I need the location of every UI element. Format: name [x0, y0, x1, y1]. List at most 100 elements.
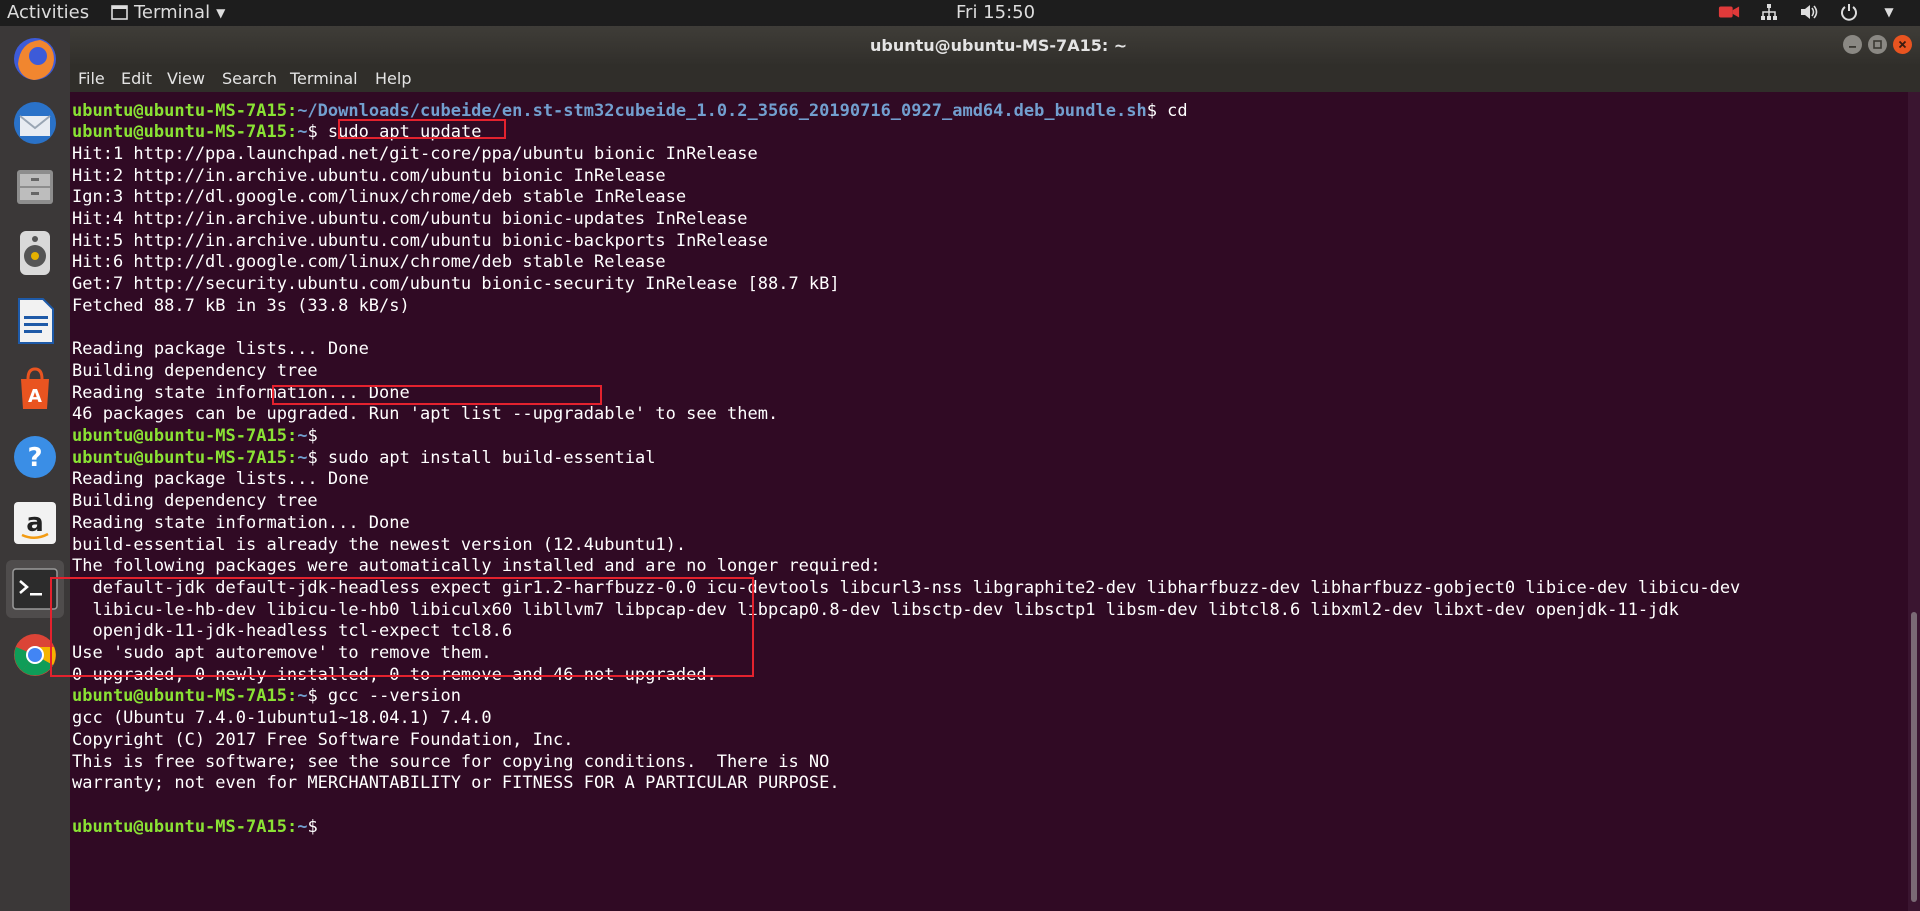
- prompt-dollar: $: [1146, 100, 1157, 121]
- highlight-box-gcc-version: [50, 577, 754, 677]
- prompt-dollar: $: [307, 426, 318, 446]
- svg-text:?: ?: [27, 443, 42, 473]
- rhythmbox-icon[interactable]: [6, 224, 64, 282]
- terminal-window: ubuntu@ubuntu-MS-7A15: ~ File Edit View …: [50, 26, 1920, 911]
- prompt-dollar: $: [307, 686, 318, 707]
- volume-icon[interactable]: [1798, 1, 1820, 23]
- help-icon[interactable]: ?: [6, 428, 64, 486]
- output-line: Reading package lists... Done: [72, 469, 369, 490]
- output-line: warranty; not even for MERCHANTABILITY o…: [72, 773, 840, 794]
- dock: A ? a: [0, 26, 70, 911]
- terminal-app-icon: [111, 5, 128, 20]
- prompt-user-host: ubuntu@ubuntu-MS-7A15: [72, 426, 287, 446]
- menubar: File Edit View Search Terminal Help: [70, 64, 1920, 92]
- firefox-icon[interactable]: [6, 30, 64, 88]
- close-icon: [1898, 40, 1907, 49]
- prompt-cwd: ~: [297, 686, 308, 707]
- prompt-line: ubuntu@ubuntu-MS-7A15:~$ gcc --version: [72, 686, 461, 708]
- network-icon[interactable]: [1758, 1, 1780, 23]
- output-line: Copyright (C) 2017 Free Software Foundat…: [72, 729, 574, 750]
- ubuntu-software-icon[interactable]: A: [6, 360, 64, 418]
- output-line: Fetched 88.7 kB in 3s (33.8 kB/s): [72, 295, 410, 316]
- prompt-cwd: ~: [297, 426, 308, 446]
- files-icon[interactable]: [6, 158, 64, 216]
- window-title: ubuntu@ubuntu-MS-7A15: ~: [870, 36, 1128, 55]
- svg-text:A: A: [28, 386, 42, 407]
- prompt-line: ubuntu@ubuntu-MS-7A15:~/Downloads/cubeid…: [72, 101, 1188, 123]
- menu-help[interactable]: Help: [375, 69, 411, 88]
- output-line: Hit:1 http://ppa.launchpad.net/git-core/…: [72, 143, 758, 164]
- highlight-box-install-build-essential: [272, 385, 602, 405]
- close-button[interactable]: [1893, 35, 1912, 54]
- svg-text:a: a: [26, 508, 44, 538]
- command-text: cd: [1156, 100, 1188, 121]
- output-line: build-essential is already the newest ve…: [72, 534, 687, 555]
- prompt-cwd: ~: [297, 447, 308, 468]
- prompt-colon: :: [286, 122, 298, 143]
- output-line: Building dependency tree: [72, 360, 318, 381]
- command-text: sudo apt install build-essential: [317, 447, 656, 468]
- prompt-line: ubuntu@ubuntu-MS-7A15:~$: [72, 426, 318, 448]
- prompt-colon: :: [286, 816, 298, 837]
- prompt-dollar: $: [307, 122, 318, 143]
- prompt-colon: :: [286, 426, 298, 446]
- app-menu-label: Terminal: [134, 2, 211, 23]
- amazon-icon[interactable]: a: [6, 494, 64, 552]
- thunderbird-icon[interactable]: [6, 94, 64, 152]
- window-controls: [1843, 35, 1912, 54]
- screen-record-icon[interactable]: [1718, 1, 1740, 23]
- system-tray[interactable]: ▼: [1718, 1, 1900, 23]
- output-line: gcc (Ubuntu 7.4.0-1ubuntu1~18.04.1) 7.4.…: [72, 708, 492, 729]
- prompt-colon: :: [286, 447, 298, 468]
- prompt-line: ubuntu@ubuntu-MS-7A15:~$ sudo apt instal…: [72, 448, 655, 470]
- prompt-user-host: ubuntu@ubuntu-MS-7A15: [72, 122, 287, 143]
- output-line: Get:7 http://security.ubuntu.com/ubuntu …: [72, 274, 840, 295]
- output-line: Hit:5 http://in.archive.ubuntu.com/ubunt…: [72, 230, 768, 251]
- clock[interactable]: Fri 15:50: [956, 2, 1035, 23]
- output-line: The following packages were automaticall…: [72, 556, 881, 577]
- app-menu[interactable]: Terminal ▼: [111, 2, 225, 23]
- minimize-icon: [1849, 46, 1856, 48]
- output-line: Reading package lists... Done: [72, 339, 369, 360]
- terminal-scrollbar[interactable]: [1908, 92, 1920, 911]
- output-line: This is free software; see the source fo…: [72, 751, 830, 772]
- output-line: Reading state information... Done: [72, 512, 410, 533]
- power-icon[interactable]: [1838, 1, 1860, 23]
- prompt-colon: :: [286, 686, 298, 707]
- menu-search[interactable]: Search: [222, 69, 277, 88]
- terminal-output[interactable]: ubuntu@ubuntu-MS-7A15:~/Downloads/cubeid…: [50, 92, 1908, 911]
- prompt-colon: :: [286, 100, 298, 121]
- command-text: gcc --version: [317, 686, 461, 707]
- menu-file[interactable]: File: [78, 69, 105, 88]
- prompt-line: ubuntu@ubuntu-MS-7A15:~$: [72, 817, 318, 839]
- menu-edit[interactable]: Edit: [121, 69, 152, 88]
- output-line: Building dependency tree: [72, 491, 318, 512]
- prompt-dollar: $: [307, 447, 318, 468]
- libreoffice-writer-icon[interactable]: [6, 292, 64, 350]
- prompt-dollar: $: [307, 816, 318, 837]
- top-panel: Activities Terminal ▼ Fri 15:50 ▼: [0, 0, 1920, 26]
- chevron-down-icon[interactable]: ▼: [1878, 1, 1900, 23]
- output-line: 46 packages can be upgraded. Run 'apt li…: [72, 404, 779, 425]
- output-line: Hit:4 http://in.archive.ubuntu.com/ubunt…: [72, 209, 748, 229]
- prompt-user-host: ubuntu@ubuntu-MS-7A15: [72, 816, 287, 837]
- menu-terminal[interactable]: Terminal: [290, 69, 358, 88]
- activities-button[interactable]: Activities: [7, 2, 89, 23]
- prompt-user-host: ubuntu@ubuntu-MS-7A15: [72, 686, 287, 707]
- output-line: Hit:2 http://in.archive.ubuntu.com/ubunt…: [72, 165, 666, 186]
- prompt-cwd: ~: [297, 816, 308, 837]
- minimize-button[interactable]: [1843, 35, 1862, 54]
- prompt-cwd: ~/Downloads/cubeide/en.st-stm32cubeide_1…: [297, 100, 1147, 121]
- window-titlebar[interactable]: ubuntu@ubuntu-MS-7A15: ~: [70, 26, 1920, 64]
- prompt-user-host: ubuntu@ubuntu-MS-7A15: [72, 100, 287, 121]
- chevron-down-icon: ▼: [216, 5, 226, 20]
- prompt-cwd: ~: [297, 122, 308, 143]
- menu-view[interactable]: View: [167, 69, 205, 88]
- maximize-button[interactable]: [1868, 35, 1887, 54]
- maximize-icon: [1873, 40, 1882, 49]
- prompt-user-host: ubuntu@ubuntu-MS-7A15: [72, 447, 287, 468]
- output-line: Ign:3 http://dl.google.com/linux/chrome/…: [72, 187, 687, 208]
- highlight-box-apt-update: [338, 119, 506, 139]
- output-line: Hit:6 http://dl.google.com/linux/chrome/…: [72, 252, 666, 273]
- scrollbar-thumb[interactable]: [1911, 612, 1917, 902]
